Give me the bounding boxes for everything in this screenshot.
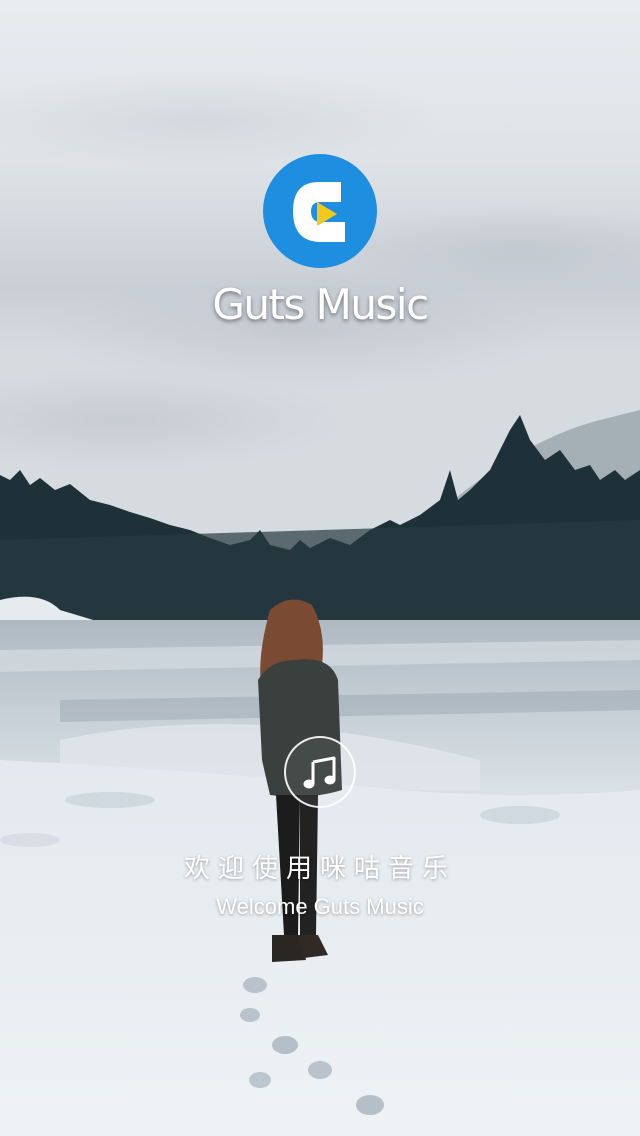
welcome-english-text: Welcome Guts Music	[216, 894, 424, 919]
music-note-icon	[303, 756, 336, 789]
play-c-logo-icon	[263, 154, 377, 268]
splash-screen: Guts Music 欢迎使用咪咕音乐 Welcome Guts Music	[0, 0, 640, 1136]
welcome-chinese-text: 欢迎使用咪咕音乐	[183, 854, 456, 884]
music-button[interactable]	[284, 736, 356, 808]
app-name: Guts Music	[212, 280, 429, 329]
app-logo-block: Guts Music	[0, 152, 640, 329]
